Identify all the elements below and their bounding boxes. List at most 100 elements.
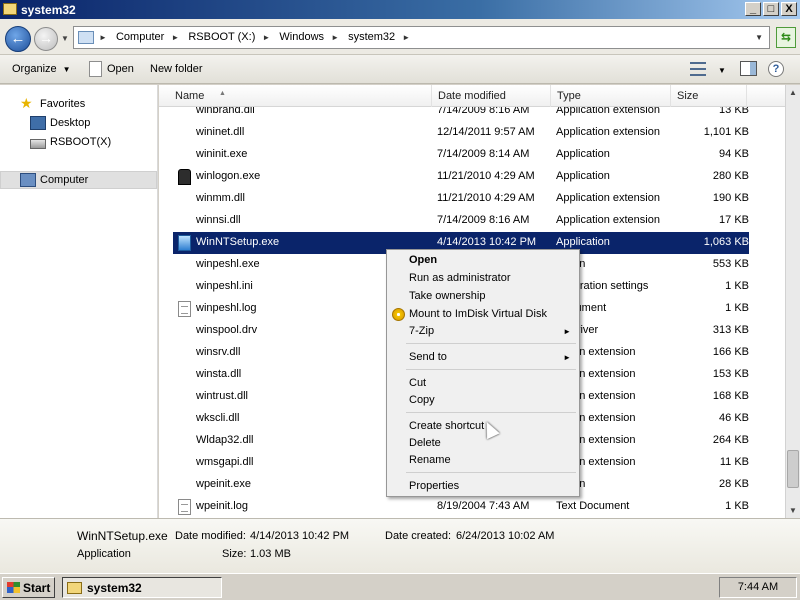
setup-icon xyxy=(178,235,191,251)
exe-icon xyxy=(178,147,191,163)
preview-pane-icon[interactable] xyxy=(740,61,757,76)
breadcrumb-system32[interactable]: system32 xyxy=(348,31,395,43)
breadcrumb-rsboot[interactable]: RSBOOT (X:) xyxy=(188,31,255,43)
dll-icon xyxy=(178,213,191,229)
change-view-icon[interactable] xyxy=(690,62,706,76)
drv-icon xyxy=(178,323,191,339)
submenu-arrow-icon: ► xyxy=(563,353,571,362)
menu-cut[interactable]: Cut xyxy=(409,377,426,389)
address-bar[interactable]: ► Computer ► RSBOOT (X:) ► Windows ► sys… xyxy=(73,26,770,49)
menu-mount-imdisk[interactable]: Mount to ImDisk Virtual Disk xyxy=(409,308,547,320)
breadcrumb-chevron-icon[interactable]: ► xyxy=(331,33,339,42)
column-date[interactable]: Date modified xyxy=(432,85,551,107)
forward-button[interactable]: → xyxy=(34,27,58,51)
menu-open[interactable]: Open xyxy=(409,254,437,266)
breadcrumb-chevron-icon[interactable]: ► xyxy=(262,33,270,42)
file-date-modified: 11/21/2010 4:29 AM xyxy=(437,192,535,204)
refresh-button[interactable]: ⇆ xyxy=(776,27,796,48)
help-icon[interactable]: ? xyxy=(768,61,784,77)
menu-delete[interactable]: Delete xyxy=(409,437,441,449)
windows-logo-icon xyxy=(7,582,20,593)
organize-button[interactable]: Organize ▼ xyxy=(12,63,71,75)
dll-icon xyxy=(178,191,191,207)
menu-rename[interactable]: Rename xyxy=(409,454,451,466)
column-size[interactable]: Size xyxy=(671,85,747,107)
menu-run-as-administrator[interactable]: Run as administrator xyxy=(409,272,511,284)
file-type: Application extension xyxy=(556,214,660,226)
window-title-bar[interactable]: system32 _ □ X xyxy=(0,0,800,19)
file-row[interactable]: wininet.dll 12/14/2011 9:57 AM Application… xyxy=(173,122,749,144)
file-name: wpeinit.exe xyxy=(196,478,252,490)
dll-icon xyxy=(178,455,191,471)
details-modified-label: Date modified: xyxy=(175,530,246,542)
file-name: wpeinit.log xyxy=(196,500,248,512)
window-title: system32 xyxy=(21,3,76,17)
document-icon xyxy=(178,301,191,317)
document-icon xyxy=(89,61,102,77)
file-row[interactable]: winnsi.dll 7/14/2009 8:16 AM Application e… xyxy=(173,210,749,232)
menu-properties[interactable]: Properties xyxy=(409,480,459,492)
menu-send-to[interactable]: Send to xyxy=(409,351,447,363)
file-size: 46 KB xyxy=(719,412,749,424)
details-created-value: 6/24/2013 10:02 AM xyxy=(456,530,555,542)
file-row[interactable]: wpeinit.log 8/19/2004 7:43 AM Text Documen… xyxy=(173,496,749,518)
file-date-modified: 4/14/2013 10:42 PM xyxy=(437,236,537,248)
file-row[interactable]: winmm.dll 11/21/2010 4:29 AM Application e… xyxy=(173,188,749,210)
navigation-pane: ★ Favorites Desktop RSBOOT(X) Computer xyxy=(0,85,158,518)
breadcrumb-windows[interactable]: Windows xyxy=(279,31,324,43)
context-menu: Open Run as administrator Take ownership… xyxy=(386,249,580,497)
winlogon-icon xyxy=(178,169,191,185)
menu-take-ownership[interactable]: Take ownership xyxy=(409,290,485,302)
file-date-modified: 8/19/2004 7:43 AM xyxy=(437,500,530,512)
file-row[interactable]: winlogon.exe 11/21/2010 4:29 AM Applicatio… xyxy=(173,166,749,188)
file-size: 94 KB xyxy=(719,148,749,160)
taskbar-item-system32[interactable]: system32 xyxy=(62,577,222,598)
scrollbar-thumb[interactable] xyxy=(787,450,799,488)
dll-icon xyxy=(178,411,191,427)
address-history-dropdown[interactable]: ▼ xyxy=(755,33,763,42)
file-type: Application xyxy=(556,148,610,160)
menu-copy[interactable]: Copy xyxy=(409,394,435,406)
organize-label: Organize xyxy=(12,63,57,75)
menu-separator xyxy=(406,412,576,413)
details-size-label: Size: xyxy=(222,548,247,560)
start-button[interactable]: Start xyxy=(2,577,55,598)
recent-pages-dropdown[interactable]: ▼ xyxy=(61,34,69,43)
address-bar-row: ← → ▼ ► Computer ► RSBOOT (X:) ► Windows… xyxy=(0,19,800,55)
menu-7zip[interactable]: 7-Zip xyxy=(409,325,434,337)
scroll-down-icon[interactable]: ▼ xyxy=(786,503,800,518)
back-button[interactable]: ← xyxy=(5,26,31,52)
exe-icon xyxy=(178,257,191,273)
command-bar: Organize ▼ Open New folder ▼ ? xyxy=(0,55,800,84)
scroll-up-icon[interactable]: ▲ xyxy=(786,85,800,100)
close-button[interactable]: X xyxy=(781,2,797,16)
system-clock[interactable]: 7:44 AM xyxy=(719,577,797,598)
file-name: winsta.dll xyxy=(196,368,242,380)
dll-icon xyxy=(178,125,191,141)
menu-separator xyxy=(406,343,576,344)
file-size: 13 KB xyxy=(719,107,749,116)
menu-create-shortcut[interactable]: Create shortcut xyxy=(409,420,484,432)
file-size: 11 KB xyxy=(719,456,749,468)
file-row[interactable]: wininit.exe 7/14/2009 8:14 AM Application 9… xyxy=(173,144,749,166)
new-folder-button[interactable]: New folder xyxy=(150,63,203,75)
file-size: 17 KB xyxy=(719,214,749,226)
file-name: winbrand.dll xyxy=(196,107,255,116)
breadcrumb-chevron-icon[interactable]: ► xyxy=(402,33,410,42)
breadcrumb-computer[interactable]: Computer xyxy=(116,31,164,43)
submenu-arrow-icon: ► xyxy=(563,327,571,336)
vertical-scrollbar[interactable]: ▲ ▼ xyxy=(785,85,800,518)
column-name[interactable]: Name ▲ xyxy=(169,85,432,107)
view-options-dropdown[interactable]: ▼ xyxy=(718,66,726,75)
breadcrumb-chevron-icon[interactable]: ► xyxy=(99,33,107,42)
breadcrumb-chevron-icon[interactable]: ► xyxy=(171,33,179,42)
folder-icon xyxy=(3,3,17,15)
open-button[interactable]: Open xyxy=(107,63,134,75)
sort-ascending-icon: ▲ xyxy=(219,90,226,97)
file-row[interactable]: winbrand.dll 7/14/2009 8:16 AM Application… xyxy=(173,107,749,122)
minimize-button[interactable]: _ xyxy=(745,2,761,16)
maximize-button[interactable]: □ xyxy=(763,2,779,16)
column-type[interactable]: Type xyxy=(551,85,671,107)
file-name: winspool.drv xyxy=(196,324,258,336)
file-type: Text Document xyxy=(556,500,630,512)
